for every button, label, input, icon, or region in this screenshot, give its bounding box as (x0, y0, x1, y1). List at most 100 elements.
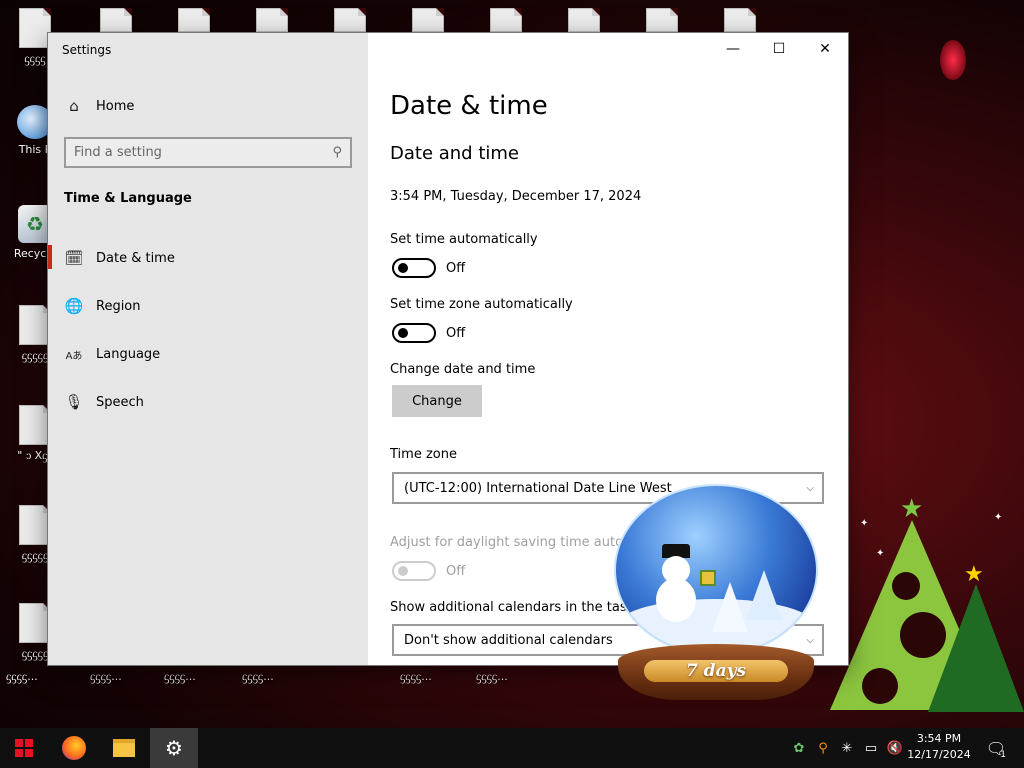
desktop-icon-label[interactable]: ᦓᦓᦓᦓ... (6, 670, 38, 684)
start-button[interactable] (0, 728, 48, 768)
desktop-icon-label[interactable]: ᦓᦓᦓᦓ... (90, 670, 122, 684)
sidebar-item-region[interactable]: 🌐 Region (64, 294, 141, 318)
active-indicator (48, 245, 52, 269)
minimize-icon: — (726, 41, 740, 57)
file-icon (19, 603, 51, 643)
set-timezone-auto-toggle[interactable] (392, 323, 436, 343)
close-icon: ✕ (819, 41, 831, 57)
file-icon[interactable] (100, 8, 132, 32)
clock-time: 3:54 PM (916, 732, 962, 745)
star-icon: ★ (964, 562, 984, 587)
close-button[interactable]: ✕ (802, 33, 848, 65)
set-time-auto-label: Set time automatically (390, 232, 538, 247)
days-countdown: 7 days (644, 660, 788, 682)
timezone-label: Time zone (390, 447, 457, 462)
maximize-button[interactable]: ☐ (756, 33, 802, 65)
microphone-icon: 🎙 (64, 393, 84, 411)
set-time-auto-toggle[interactable] (392, 258, 436, 278)
folder-icon (113, 739, 135, 757)
search-icon: ⚲ (332, 145, 342, 160)
language-icon: Aあ (65, 350, 83, 362)
maximize-icon: ☐ (772, 41, 786, 57)
red-glow (940, 40, 966, 80)
snow-globe-widget[interactable]: 7 days (608, 482, 826, 704)
file-icon[interactable] (178, 8, 210, 32)
snow-globe (614, 484, 818, 656)
file-icon[interactable] (490, 8, 522, 32)
file-icon[interactable] (724, 8, 756, 32)
section-heading: Date and time (390, 143, 519, 164)
set-timezone-auto-state: Off (446, 326, 466, 341)
search-tray-icon[interactable]: ⚲ (812, 728, 834, 768)
dst-state: Off (446, 564, 466, 579)
volume-muted-icon[interactable]: 🔇 (884, 728, 906, 768)
bottom-desktop-labels: ᦓᦓᦓᦓ... ᦓᦓᦓᦓ... ᦓᦓᦓᦓ... ᦓᦓᦓᦓ... ᦓᦓᦓᦓ... … (0, 666, 700, 684)
tree-icon (746, 570, 782, 620)
firefox-icon (62, 736, 86, 760)
firefox-taskbar-button[interactable] (50, 728, 98, 768)
sidebar-item-label: Speech (96, 394, 144, 410)
page-title: Date & time (390, 91, 548, 121)
tray-app-icon[interactable]: ✿ (788, 728, 810, 768)
gift-icon (700, 570, 716, 586)
taskbar-clock[interactable]: 3:54 PM 12/17/2024 (906, 731, 972, 763)
change-datetime-label: Change date and time (390, 362, 536, 377)
sparkle-icon: ✦ (994, 512, 1003, 523)
tree-icon (712, 582, 748, 632)
minimize-button[interactable]: — (710, 33, 756, 65)
desktop-icon-label[interactable]: ᦓᦓᦓᦓ... (476, 670, 508, 684)
set-time-auto-state: Off (446, 261, 466, 276)
windows-logo-icon (15, 739, 33, 757)
notification-count: 1 (1000, 750, 1006, 760)
clock-date: 12/17/2024 (907, 748, 971, 761)
window-title: Settings (62, 43, 112, 57)
set-timezone-auto-label: Set time zone automatically (390, 297, 573, 312)
sparkle-icon: ✦ (860, 518, 869, 529)
sidebar-item-date-time[interactable]: 🗓 Date & time (64, 246, 175, 270)
file-icon[interactable] (646, 8, 678, 32)
file-icon[interactable] (334, 8, 366, 32)
calendars-value: Don't show additional calendars (404, 632, 613, 648)
file-icon (19, 505, 51, 545)
file-icon[interactable] (412, 8, 444, 32)
home-icon: ⌂ (69, 97, 79, 115)
home-label: Home (96, 98, 135, 114)
sidebar-item-label: Region (96, 298, 141, 314)
recycle-icon: ♻ (18, 205, 52, 243)
current-datetime: 3:54 PM, Tuesday, December 17, 2024 (390, 189, 642, 204)
gear-icon: ⚙ (165, 736, 183, 760)
sidebar-item-label: Language (96, 346, 161, 362)
clock-calendar-icon: 🗓 (64, 249, 84, 267)
file-icon (19, 405, 51, 445)
tree-hole (862, 668, 898, 704)
tree-hole (892, 572, 920, 600)
taskbar: ⚙ ✿ ⚲ ✳ ▭ 🔇 3:54 PM 12/17/2024 🗨 1 (0, 728, 1024, 768)
search-placeholder: Find a setting (74, 145, 162, 160)
sidebar-item-label: Date & time (96, 250, 175, 266)
sidebar-item-language[interactable]: Aあ Language (64, 342, 161, 366)
desktop-icon-label[interactable]: ᦓᦓᦓᦓ... (242, 670, 274, 684)
snowflake-icon[interactable]: ✳ (836, 728, 858, 768)
file-icon[interactable] (256, 8, 288, 32)
dst-label: Adjust for daylight saving time autom (390, 535, 636, 550)
sidebar-section-title: Time & Language (64, 191, 192, 206)
desktop-icon-label[interactable]: ᦓᦓᦓᦓ... (164, 670, 196, 684)
file-icon[interactable] (568, 8, 600, 32)
sidebar-item-speech[interactable]: 🎙 Speech (64, 390, 144, 414)
file-explorer-taskbar-button[interactable] (100, 728, 148, 768)
calendars-label: Show additional calendars in the task (390, 600, 635, 615)
desktop-icon-label[interactable]: ᦓᦓᦓᦓ... (400, 670, 432, 684)
change-button[interactable]: Change (392, 385, 482, 417)
notification-button[interactable]: 🗨 1 (976, 728, 1016, 768)
star-icon: ★ (900, 494, 924, 524)
snowman-icon (656, 578, 696, 622)
search-input[interactable]: Find a setting ⚲ (64, 137, 352, 168)
file-icon (19, 305, 51, 345)
network-icon[interactable]: ▭ (860, 728, 882, 768)
settings-taskbar-button[interactable]: ⚙ (150, 728, 198, 768)
sparkle-icon: ✦ (876, 548, 885, 559)
christmas-tree-decoration (928, 584, 1024, 712)
dst-toggle[interactable] (392, 561, 436, 581)
home-nav-item[interactable]: ⌂ Home (64, 94, 134, 118)
top-file-icon-row (0, 8, 1024, 34)
